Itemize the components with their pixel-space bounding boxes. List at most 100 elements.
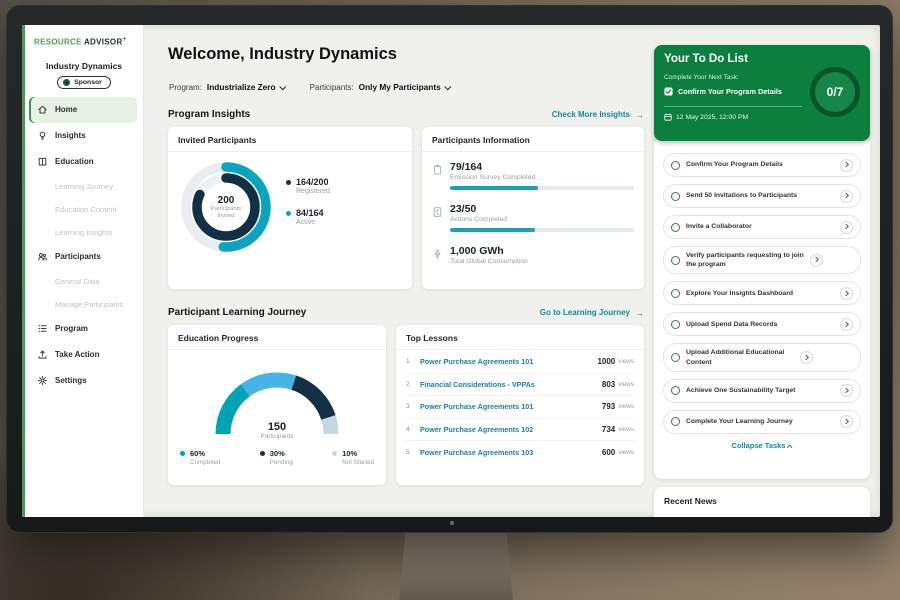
task-open-button[interactable]	[840, 415, 853, 428]
collapse-tasks-link[interactable]: Collapse Tasks	[654, 441, 870, 450]
task-item[interactable]: Explore Your Insights Dashboard	[663, 281, 861, 305]
lesson-views: 793	[602, 402, 615, 411]
todo-progress-value: 0/7	[827, 85, 844, 99]
sidebar-item-label: Manage Participants	[55, 300, 123, 309]
sidebar-item-program[interactable]: Program	[29, 316, 137, 342]
task-item[interactable]: Confirm Your Program Details	[663, 153, 861, 177]
task-open-button[interactable]	[840, 221, 853, 234]
sidebar-item-participants[interactable]: Participants	[29, 244, 137, 270]
sidebar-item-take-action[interactable]: Take Action	[29, 342, 137, 368]
todo-subtitle: Complete Your Next Task:	[664, 74, 739, 81]
task-item[interactable]: Send 50 Invitations to Participants	[663, 184, 861, 208]
participants-filter-label: Participants:	[310, 83, 354, 92]
task-item[interactable]: Invite a Collaborator	[663, 215, 861, 239]
sidebar-nav: Home Insights Education Learning Journey	[25, 97, 143, 394]
chevron-right-icon	[843, 193, 848, 198]
card-title: Participants Information	[422, 127, 644, 152]
participants-select[interactable]: Only My Participants	[359, 82, 451, 92]
chevron-right-icon	[813, 257, 818, 262]
task-checkbox[interactable]	[671, 417, 680, 426]
list-icon	[37, 323, 48, 334]
legend-value: 60%	[190, 449, 205, 458]
task-open-button[interactable]	[840, 159, 853, 172]
clipboard-icon	[432, 161, 443, 190]
program-insights-section-header: Program Insights Check More Insights →	[168, 109, 644, 120]
task-label: Send 50 Invitations to Participants	[686, 191, 834, 200]
sidebar-item-learning-journey[interactable]: Learning Journey	[29, 175, 137, 198]
sidebar-item-general-data[interactable]: General Data	[29, 270, 137, 293]
sidebar-item-education-content[interactable]: Education Content	[29, 198, 137, 221]
chevron-right-icon	[843, 321, 848, 326]
task-checkbox[interactable]	[671, 386, 680, 395]
task-checkbox[interactable]	[671, 289, 680, 298]
task-checkbox[interactable]	[671, 320, 680, 329]
task-checkbox[interactable]	[671, 256, 680, 265]
organization-name: Industry Dynamics	[25, 61, 143, 71]
sidebar-item-manage-participants[interactable]: Manage Participants	[29, 293, 137, 316]
task-item[interactable]: Upload Additional Educational Content	[663, 343, 861, 371]
task-item[interactable]: Upload Spend Data Records	[663, 312, 861, 336]
stat-actions-completed: 23/50 Actions Completed	[432, 203, 634, 232]
task-open-button[interactable]	[840, 384, 853, 397]
link-label: Go to Learning Journey	[540, 308, 630, 317]
task-checkbox[interactable]	[671, 223, 680, 232]
upload-icon	[37, 349, 48, 360]
task-item[interactable]: Verify participants requesting to join t…	[663, 246, 861, 274]
dashboard-screen: RESOURCE ADVISOR+ Industry Dynamics Spon…	[22, 25, 880, 517]
task-item[interactable]: Complete Your Learning Journey	[663, 410, 861, 434]
legend-label: Active	[296, 219, 330, 226]
task-item[interactable]: Achieve One Sustainability Target	[663, 379, 861, 403]
checkbox-icon	[664, 87, 673, 96]
task-open-button[interactable]	[800, 351, 813, 364]
task-open-button[interactable]	[840, 190, 853, 203]
task-checkbox[interactable]	[671, 161, 680, 170]
go-to-learning-journey-link[interactable]: Go to Learning Journey →	[540, 308, 644, 318]
donut-legend: 164/200 Registered 84/164 Active	[286, 157, 330, 257]
task-open-button[interactable]	[840, 287, 853, 300]
stat-label: Actions Completed	[450, 216, 634, 223]
task-checkbox[interactable]	[671, 192, 680, 201]
task-open-button[interactable]	[840, 318, 853, 331]
progress-track	[450, 228, 634, 232]
card-title: Education Progress	[168, 325, 386, 350]
lesson-title-link[interactable]: Power Purchase Agreements 103	[420, 448, 602, 457]
chevron-right-icon	[843, 224, 848, 229]
sidebar-item-home[interactable]: Home	[29, 97, 137, 123]
sidebar-item-education[interactable]: Education	[29, 149, 137, 175]
task-checkbox[interactable]	[671, 353, 680, 362]
chevron-up-icon	[786, 444, 792, 450]
recent-news-card: Recent News	[654, 487, 870, 517]
logo-text-secondary: ADVISOR	[84, 38, 123, 47]
invited-participants-donut: 200 Participants Invited	[176, 157, 276, 257]
legend-completed: 60% Completed	[180, 449, 220, 466]
task-label: Confirm Your Program Details	[686, 160, 834, 169]
chevron-right-icon	[843, 162, 848, 167]
energy-icon	[432, 245, 443, 265]
sidebar-item-insights[interactable]: Insights	[29, 123, 137, 149]
lesson-row: 2 Financial Considerations - VPPAs 803 v…	[406, 374, 634, 397]
sidebar-item-learning-insights[interactable]: Learning Insights	[29, 221, 137, 244]
app-logo: RESOURCE ADVISOR+	[25, 25, 143, 47]
donut-center-label: 200 Participants Invited	[176, 157, 276, 257]
gauge-center-value: 150	[202, 421, 352, 433]
lesson-title-link[interactable]: Power Purchase Agreements 101	[420, 402, 602, 411]
gauge-center-caption: Participants	[202, 433, 352, 440]
section-title: Program Insights	[168, 109, 250, 120]
sidebar-item-settings[interactable]: Settings	[29, 368, 137, 394]
participants-select-value: Only My Participants	[359, 82, 441, 92]
lesson-views-suffix: views	[618, 449, 634, 456]
lesson-title-link[interactable]: Financial Considerations - VPPAs	[420, 380, 602, 389]
legend-value: 164/200	[296, 177, 329, 187]
chevron-down-icon	[444, 83, 451, 90]
todo-title: Your To Do List	[664, 53, 748, 65]
lesson-title-link[interactable]: Power Purchase Agreements 101	[420, 357, 597, 366]
recent-news-title: Recent News	[664, 496, 860, 506]
page-title: Welcome, Industry Dynamics	[168, 45, 397, 64]
task-open-button[interactable]	[810, 254, 823, 267]
lesson-views-suffix: views	[618, 403, 634, 410]
program-select[interactable]: Industrialize Zero	[207, 82, 286, 92]
check-more-insights-link[interactable]: Check More Insights →	[552, 110, 644, 120]
next-task-row[interactable]: Confirm Your Program Details	[664, 87, 802, 96]
lesson-title-link[interactable]: Power Purchase Agreements 102	[420, 425, 602, 434]
lesson-views-suffix: views	[618, 426, 634, 433]
